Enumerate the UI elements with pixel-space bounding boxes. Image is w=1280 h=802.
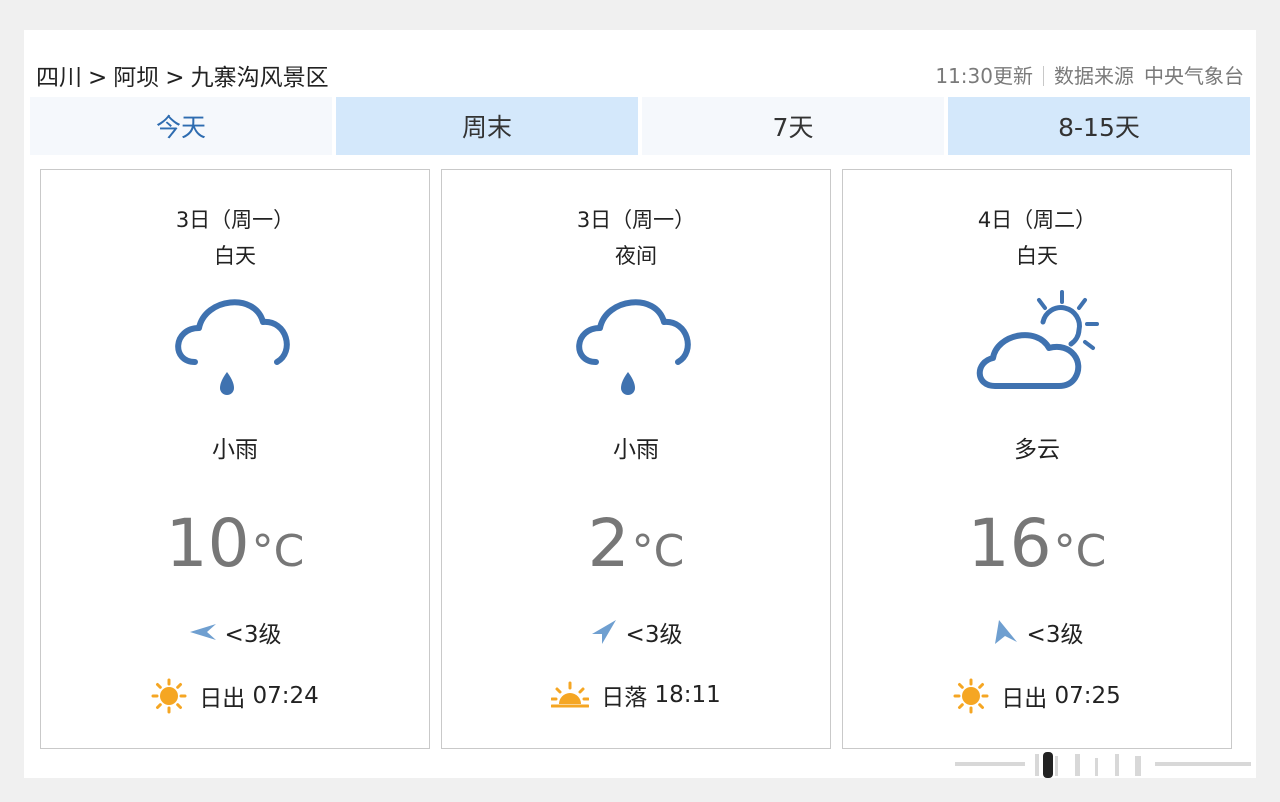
- breadcrumb-separator: >: [165, 65, 185, 91]
- temperature-value: 2: [587, 505, 630, 582]
- wind-direction-arrow-icon: [591, 620, 616, 644]
- temperature-unit: °C: [1053, 526, 1107, 577]
- header-bar: 四川 > 阿坝 > 九寨沟风景区 11:30更新 数据来源 中央气象台: [36, 58, 1244, 94]
- breadcrumb-separator: >: [88, 65, 108, 91]
- card-wind: <3级: [41, 615, 429, 649]
- card-period: 白天: [1016, 244, 1058, 268]
- card-condition: 小雨: [613, 437, 659, 463]
- card-wind: <3级: [442, 615, 830, 649]
- source-name: 中央气象台: [1144, 64, 1244, 88]
- breadcrumb-prefecture[interactable]: 阿坝: [113, 65, 159, 91]
- light-rain-icon: [576, 299, 691, 395]
- temperature-unit: °C: [631, 526, 685, 577]
- sunrise-icon: [953, 678, 989, 714]
- breadcrumb: 四川 > 阿坝 > 九寨沟风景区: [36, 58, 329, 92]
- partly-cloudy-icon: [976, 290, 1099, 389]
- wind-level: <3级: [224, 622, 282, 648]
- tab-weekend[interactable]: 周末: [336, 97, 638, 155]
- sun-time: 18:11: [654, 682, 721, 708]
- breadcrumb-area: 九寨沟风景区: [190, 65, 329, 91]
- temperature-value: 10: [165, 505, 250, 582]
- wind-level: <3级: [625, 622, 683, 648]
- card-temperature: 2°C: [442, 505, 830, 582]
- sun-time: 07:24: [252, 683, 319, 709]
- wind-direction-arrow-icon: [189, 624, 216, 640]
- divider: [1043, 66, 1044, 86]
- sun-label: 日落: [601, 685, 648, 711]
- card-condition: 小雨: [212, 437, 258, 463]
- sun-time: 07:25: [1054, 683, 1121, 709]
- sun-label: 日出: [199, 686, 246, 712]
- card-condition: 多云: [1014, 437, 1060, 463]
- card-period: 白天: [214, 244, 256, 268]
- card-sun-time: 日出 07:25: [843, 678, 1231, 714]
- forecast-card: 4日（周二） 白天 多云 16°C <3级 日出 07:25: [842, 169, 1232, 749]
- wind-direction-arrow-icon: [994, 620, 1017, 644]
- forecast-card: 3日（周一） 夜间 小雨 2°C <3级 日落 18:11: [441, 169, 831, 749]
- breadcrumb-province[interactable]: 四川: [36, 65, 82, 91]
- source-label: 数据来源: [1054, 64, 1134, 88]
- card-sun-time: 日出 07:24: [41, 678, 429, 714]
- sunrise-icon: [151, 678, 187, 714]
- card-wind: <3级: [843, 615, 1231, 649]
- watermark-decoration: [955, 752, 1251, 778]
- card-period: 夜间: [615, 244, 657, 268]
- card-temperature: 16°C: [843, 505, 1231, 582]
- card-temperature: 10°C: [41, 505, 429, 582]
- forecast-tabs: 今天 周末 7天 8-15天: [30, 97, 1250, 155]
- card-date: 3日（周一）: [576, 208, 696, 232]
- card-sun-time: 日落 18:11: [442, 678, 830, 712]
- card-date: 3日（周一）: [175, 208, 295, 232]
- light-rain-icon: [175, 299, 290, 395]
- tab-today[interactable]: 今天: [30, 97, 332, 155]
- tab-7-days[interactable]: 7天: [642, 97, 944, 155]
- sunset-icon: [551, 681, 590, 708]
- sun-label: 日出: [1001, 686, 1048, 712]
- card-date: 4日（周二）: [977, 208, 1097, 232]
- wind-level: <3级: [1026, 622, 1084, 648]
- forecast-card: 3日（周一） 白天 小雨 10°C <3级 日出 07:24: [40, 169, 430, 749]
- weather-panel: 四川 > 阿坝 > 九寨沟风景区 11:30更新 数据来源 中央气象台 今天 周末 7天 8…: [24, 30, 1256, 778]
- update-time: 11:30更新: [935, 64, 1033, 88]
- temperature-unit: °C: [251, 526, 305, 577]
- update-info: 11:30更新 数据来源 中央气象台: [935, 60, 1244, 89]
- temperature-value: 16: [967, 505, 1052, 582]
- tab-8-15-days[interactable]: 8-15天: [948, 97, 1250, 155]
